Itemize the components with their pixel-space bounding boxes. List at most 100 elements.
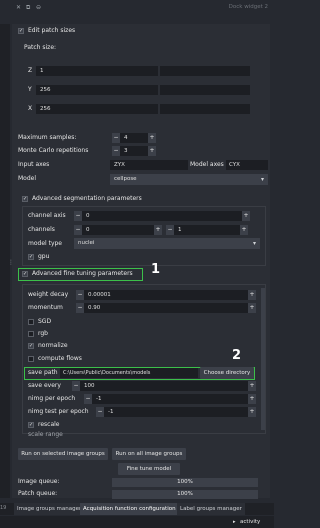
- fine-tune-button[interactable]: Fine tune model: [118, 463, 180, 475]
- save-every-label: save every: [28, 382, 61, 389]
- save-every-field[interactable]: [80, 381, 248, 391]
- chevron-down-icon: ▾: [260, 176, 264, 183]
- nimg-per-epoch-minus-button[interactable]: −: [84, 394, 92, 404]
- sgd-label: SGD: [38, 318, 52, 325]
- model-type-dropdown[interactable]: nuclei ▾: [74, 238, 260, 249]
- rescale-label: rescale: [38, 421, 60, 428]
- activity-button[interactable]: activity: [240, 517, 260, 527]
- rgb-label: rgb: [38, 330, 48, 337]
- channel-axis-minus-button[interactable]: −: [74, 211, 82, 221]
- left-counter: 19: [0, 505, 7, 511]
- x-label: X: [28, 105, 33, 112]
- tab-bar: Image groups manager Acquisition functio…: [0, 503, 274, 515]
- y-label: Y: [28, 86, 32, 93]
- rescale-checkbox[interactable]: ✓: [28, 422, 34, 428]
- patch-size-label: Patch size:: [24, 44, 57, 51]
- nimg-test-plus-button[interactable]: +: [248, 407, 256, 417]
- monte-carlo-plus-button[interactable]: +: [148, 146, 156, 156]
- momentum-minus-button[interactable]: −: [76, 303, 84, 313]
- scrollbar[interactable]: [261, 288, 265, 430]
- channels-0-plus-button[interactable]: +: [154, 225, 162, 235]
- model-axes-value: CYX: [229, 162, 240, 168]
- hide-icon[interactable]: ⊖: [36, 4, 41, 11]
- monte-carlo-label: Monte Carlo repetitions: [18, 147, 89, 154]
- float-icon[interactable]: ⧉: [26, 4, 30, 12]
- channels-1-plus-button[interactable]: +: [240, 225, 248, 235]
- status-bar: activity ▸: [0, 516, 274, 528]
- max-samples-label: Maximum samples:: [18, 134, 77, 141]
- model-type-value: nuclei: [78, 240, 95, 246]
- nimg-per-epoch-label: nimg per epoch: [28, 395, 76, 402]
- tab-acquisition-function[interactable]: Acquisition function configuration: [80, 503, 179, 515]
- edit-patch-sizes-checkbox[interactable]: ✓: [18, 28, 24, 34]
- channels-1-minus-button[interactable]: −: [166, 225, 174, 235]
- channels-0-value: 0: [86, 227, 90, 233]
- run-all-button[interactable]: Run on all image groups: [112, 448, 186, 460]
- momentum-plus-button[interactable]: +: [248, 303, 256, 313]
- gpu-label: gpu: [38, 253, 50, 260]
- adv-ft-checkbox[interactable]: ✓: [22, 271, 28, 277]
- x-field[interactable]: [36, 104, 158, 114]
- momentum-label: momentum: [28, 304, 63, 311]
- nimg-test-field[interactable]: [104, 407, 248, 417]
- weight-decay-plus-button[interactable]: +: [248, 290, 256, 300]
- nimg-per-epoch-field[interactable]: [92, 394, 248, 404]
- channels-0-minus-button[interactable]: −: [74, 225, 82, 235]
- z-spinner[interactable]: [160, 66, 250, 76]
- model-axes-label: Model axes: [190, 161, 224, 168]
- y-field[interactable]: [36, 85, 158, 95]
- momentum-field[interactable]: [84, 303, 248, 313]
- channel-axis-plus-button[interactable]: +: [242, 211, 250, 221]
- compute-flows-checkbox[interactable]: [28, 356, 34, 362]
- max-samples-plus-button[interactable]: +: [148, 133, 156, 143]
- monte-carlo-minus-button[interactable]: −: [112, 146, 120, 156]
- z-value: 1: [40, 68, 44, 74]
- input-axes-label: Input axes: [18, 161, 50, 168]
- y-value: 256: [40, 87, 51, 93]
- input-axes-value: ZYX: [114, 162, 125, 168]
- x-value: 256: [40, 106, 51, 112]
- image-queue-progress: 100%: [112, 478, 258, 487]
- scale-range-label: scale range: [28, 431, 63, 438]
- model-label: Model: [18, 175, 37, 182]
- channel-axis-field[interactable]: [82, 211, 242, 221]
- nimg-test-minus-button[interactable]: −: [96, 407, 104, 417]
- drag-handle-icon[interactable]: ⋮: [8, 258, 14, 268]
- save-every-minus-button[interactable]: −: [72, 381, 80, 391]
- tab-image-groups[interactable]: Image groups manager: [14, 503, 85, 515]
- adv-seg-checkbox[interactable]: ✓: [22, 196, 28, 202]
- patch-queue-progress: 100%: [112, 490, 258, 499]
- dock-title: Dock widget 2: [228, 4, 268, 10]
- edit-patch-sizes-label: Edit patch sizes: [28, 27, 76, 34]
- y-spinner[interactable]: [160, 85, 250, 95]
- nimg-per-epoch-value: -1: [96, 396, 102, 402]
- close-icon[interactable]: ✕: [16, 4, 21, 11]
- z-label: Z: [28, 67, 33, 74]
- nimg-test-value: -1: [108, 409, 114, 415]
- max-samples-value: 4: [124, 135, 128, 141]
- choose-directory-button[interactable]: Choose directory: [200, 367, 254, 379]
- gpu-checkbox[interactable]: ✓: [28, 254, 34, 260]
- channels-1-field[interactable]: [174, 225, 240, 235]
- save-path-value: C:\Users\Public\Documents\models: [63, 370, 151, 376]
- compute-flows-label: compute flows: [38, 355, 82, 362]
- channel-axis-label: channel axis: [28, 212, 66, 219]
- weight-decay-minus-button[interactable]: −: [76, 290, 84, 300]
- x-spinner[interactable]: [160, 104, 250, 114]
- max-samples-minus-button[interactable]: −: [112, 133, 120, 143]
- model-dropdown[interactable]: cellpose ▾: [110, 174, 268, 185]
- nimg-per-epoch-plus-button[interactable]: +: [248, 394, 256, 404]
- normalize-checkbox[interactable]: ✓: [28, 343, 34, 349]
- monte-carlo-value: 3: [124, 148, 128, 154]
- sgd-checkbox[interactable]: [28, 319, 34, 325]
- adv-seg-label: Advanced segmentation parameters: [32, 195, 142, 202]
- normalize-label: normalize: [38, 342, 68, 349]
- save-every-plus-button[interactable]: +: [248, 381, 256, 391]
- channels-0-field[interactable]: [82, 225, 154, 235]
- run-selected-button[interactable]: Run on selected image groups: [18, 448, 108, 460]
- z-field[interactable]: [36, 66, 158, 76]
- image-queue-label: Image queue:: [18, 478, 60, 485]
- dock-titlebar: ✕ ⧉ ⊖ Dock widget 2: [0, 0, 274, 24]
- rgb-checkbox[interactable]: [28, 331, 34, 337]
- tab-label-groups[interactable]: Label groups manager: [177, 503, 245, 515]
